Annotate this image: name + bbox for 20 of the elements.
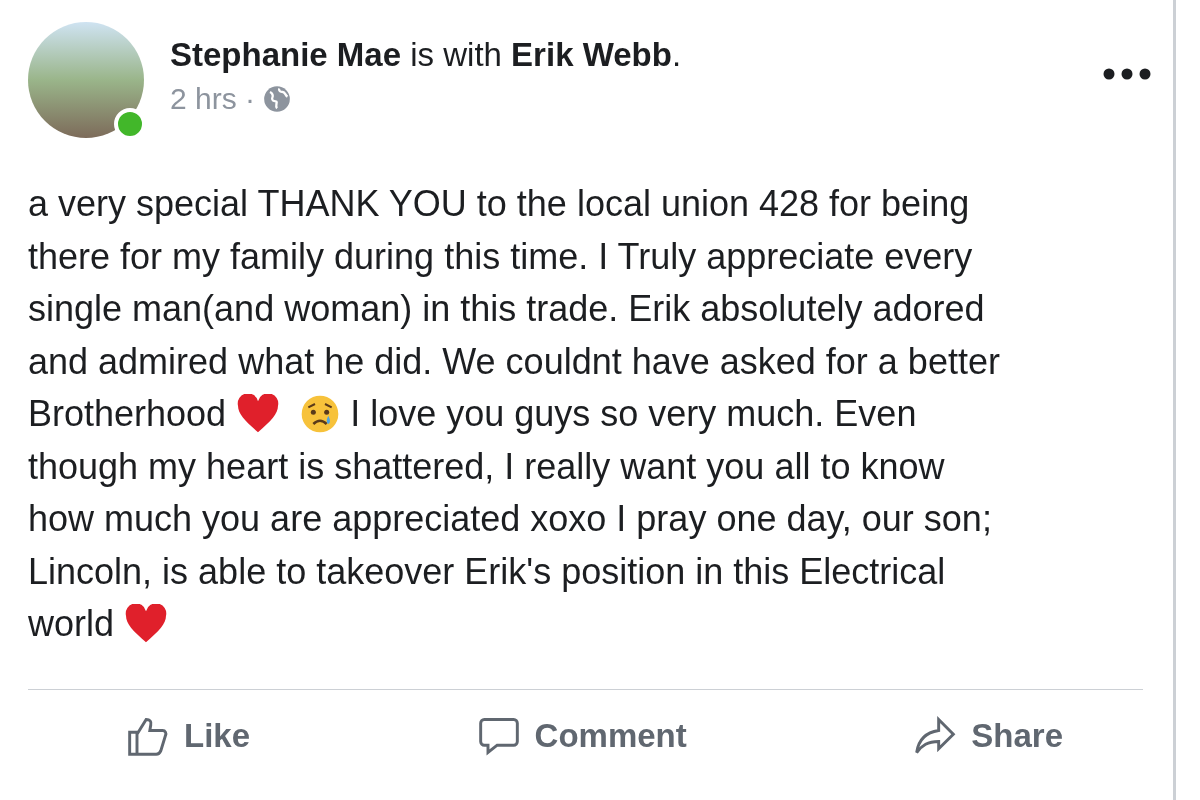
post-text: there for my family during this time. I Truly appreciate every xyxy=(28,234,973,279)
heart-icon xyxy=(124,604,169,645)
share-button[interactable]: Share xyxy=(913,713,1063,758)
crying-face-icon xyxy=(300,394,341,435)
post-text: world xyxy=(28,602,115,646)
post-text: Brotherhood xyxy=(28,392,227,436)
post-text: Lincoln, is able to takeover Erik's position in this Electrical xyxy=(28,549,946,594)
post-text: single man(and woman) in this trade. Erik absolutely adored xyxy=(28,287,985,331)
post-time[interactable]: 2 hrs · xyxy=(170,82,256,116)
post-text: how much you are appreciated xoxo I pray one day, our son; xyxy=(28,497,992,541)
author-line: Stephanie Mae is with Erik Webb. xyxy=(170,36,682,74)
post-text: a very special THANK YOU to the local union 428 for being xyxy=(28,182,970,226)
globe-icon xyxy=(263,85,292,113)
post-text: though my heart is shattered, I really want you all to know xyxy=(28,444,945,489)
like-button[interactable]: Like xyxy=(126,713,251,758)
post-text: I love you guys so very much. Even xyxy=(350,392,917,436)
heart-icon xyxy=(236,394,281,435)
comment-button[interactable]: Comment xyxy=(476,713,687,758)
post-text: and admired what he did. We couldnt have asked for a better xyxy=(28,339,1000,384)
more-options-icon[interactable] xyxy=(1103,68,1151,80)
